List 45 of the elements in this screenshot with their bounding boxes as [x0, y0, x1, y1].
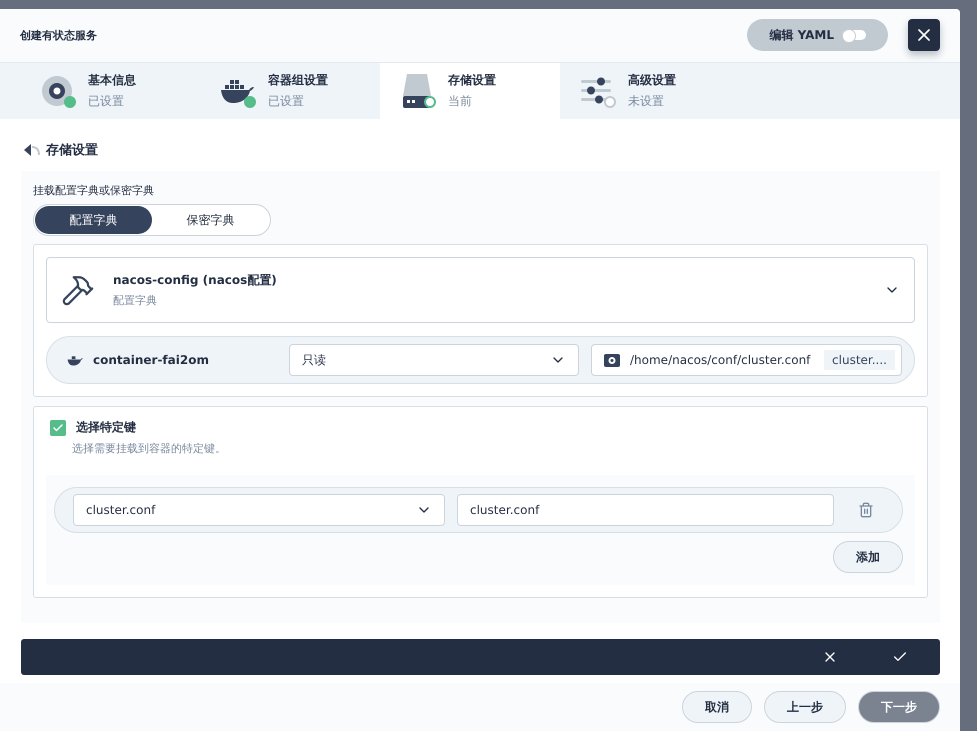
checkbox[interactable] [50, 420, 66, 436]
edit-yaml-toggle[interactable]: 编辑 YAML [747, 19, 888, 52]
keys-description: 选择需要挂载到容器的特定键。 [72, 441, 227, 456]
close-button[interactable] [908, 19, 940, 52]
mount-path-field[interactable]: /home/nacos/conf/cluster.conf cluster.... [591, 344, 902, 376]
sliders-icon [581, 77, 613, 106]
add-button[interactable]: 添加 [833, 541, 903, 574]
footer-button[interactable]: 取消 [682, 691, 752, 724]
section-title: 存储设置 [46, 142, 98, 160]
disc-icon [41, 75, 73, 108]
container-name: container-fai2om [93, 353, 209, 368]
config-name: nacos-config (nacos配置) [113, 272, 278, 290]
back-icon[interactable] [24, 144, 40, 156]
key-select[interactable]: cluster.conf [73, 494, 445, 526]
step-status: 已设置 [268, 93, 305, 110]
dialog-title: 创建有状态服务 [20, 28, 98, 43]
step-title: 存储设置 [448, 72, 496, 90]
step-title: 高级设置 [628, 72, 676, 90]
path-input[interactable]: cluster.conf [457, 494, 834, 526]
step-tab[interactable]: 基本信息 已设置 [20, 62, 200, 120]
segment-option[interactable]: 保密字典 [152, 206, 269, 234]
hammer-icon [61, 273, 95, 308]
whale-icon [220, 78, 254, 104]
step-tab[interactable]: 高级设置 未设置 [560, 62, 740, 120]
step-status: 已设置 [88, 93, 125, 110]
step-tab[interactable]: 存储设置 当前 [380, 62, 560, 120]
mode-select[interactable]: 只读 [289, 344, 579, 376]
whale-icon [67, 354, 83, 366]
step-title: 基本信息 [88, 72, 136, 90]
checkbox-label: 选择特定键 [76, 419, 136, 436]
step-status: 当前 [448, 93, 473, 110]
subpath-tag: cluster.... [824, 350, 895, 370]
config-type: 配置字典 [113, 293, 158, 308]
drive-icon [403, 74, 431, 108]
config-select[interactable]: nacos-config (nacos配置) 配置字典 [46, 257, 915, 324]
gear-icon [604, 354, 620, 367]
trash-icon[interactable] [858, 502, 874, 518]
step-title: 容器组设置 [268, 72, 328, 90]
mount-source-label: 挂载配置字典或保密字典 [33, 183, 155, 198]
step-tab[interactable]: 容器组设置 已设置 [200, 62, 380, 120]
step-status: 未设置 [628, 93, 665, 110]
footer-button[interactable]: 下一步 [858, 691, 940, 724]
check-icon [52, 422, 64, 434]
footer-button[interactable]: 上一步 [764, 691, 846, 724]
segment-option[interactable]: 配置字典 [35, 206, 152, 234]
